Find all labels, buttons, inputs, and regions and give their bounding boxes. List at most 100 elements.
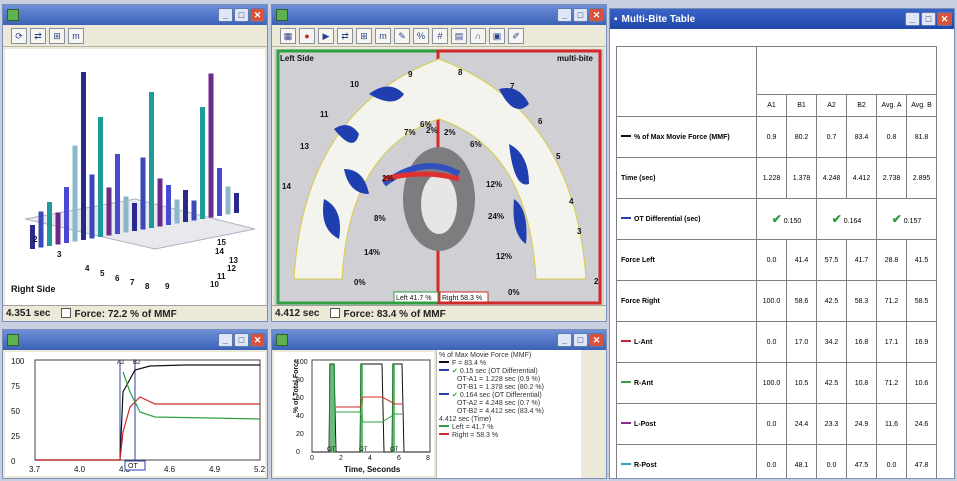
force-checkbox[interactable]	[60, 307, 71, 318]
ot-cell: ✔ 0.150	[756, 198, 817, 240]
time-chart-canvas: % of Total Force Time, Seconds 100 80 60 40…	[274, 352, 434, 476]
table-cell: 0.7	[816, 116, 847, 158]
force-bar	[132, 203, 137, 231]
force-bar	[149, 92, 154, 228]
tooth-number: 9	[165, 282, 170, 291]
minimize-icon[interactable]: _	[218, 8, 233, 22]
force-bar	[64, 187, 69, 243]
row-label: R-Ant	[616, 362, 757, 404]
table-cell: 57.5	[816, 239, 847, 281]
mode-label: multi-bite	[557, 54, 594, 63]
x-tick: 4	[368, 455, 372, 462]
app-icon	[276, 334, 288, 346]
save-icon[interactable]: ▣	[489, 27, 505, 44]
tooth-icon[interactable]: ∩	[470, 27, 486, 44]
x-tick: 0	[310, 455, 314, 462]
table-cell: 4.248	[816, 157, 847, 199]
legend-left: Left = 41.7 %	[439, 424, 579, 432]
tooth-number: 4	[85, 264, 90, 273]
y-tick: 75	[11, 382, 20, 391]
table-cell: 41.4	[786, 239, 817, 281]
swap-icon[interactable]: ⇄	[337, 27, 353, 44]
arch-tooth-number: 8	[458, 68, 463, 77]
y-tick: 25	[11, 432, 20, 441]
table-cell: 24.4	[786, 403, 817, 445]
table-row: L-Ant 0.0 17.0 34.2 16.8 17.1 16.9	[616, 321, 937, 363]
tooth-number: 14	[215, 247, 224, 256]
close-icon[interactable]: ✕	[250, 333, 265, 347]
tooth-number: 10	[210, 280, 219, 289]
time-legend-window: _ □ ✕ % of Total Force Time, Seconds 100 80…	[271, 329, 607, 479]
table-cell: 17.0	[786, 321, 817, 363]
close-icon[interactable]: ✕	[589, 8, 604, 22]
ot-label: OT	[128, 463, 138, 470]
arch-titlebar[interactable]	[272, 5, 606, 25]
close-icon[interactable]: ✕	[589, 333, 604, 347]
percent-icon[interactable]: %	[413, 27, 429, 44]
minimize-icon[interactable]: _	[557, 8, 572, 22]
y-axis-label: % of Total Force	[293, 359, 300, 413]
fit-icon[interactable]: ⊞	[356, 27, 372, 44]
x-tick: 3.7	[29, 465, 41, 474]
right-pct: Right 58.3 %	[442, 295, 482, 302]
time-legend-titlebar[interactable]	[272, 330, 606, 350]
table-cell: 16.9	[906, 321, 937, 363]
zone-percent: 2%	[426, 126, 438, 135]
play-icon[interactable]: ▶	[318, 27, 334, 44]
table-cell: 2.895	[906, 157, 937, 199]
row-label: R-Post	[616, 444, 757, 478]
table-cell: 0.8	[876, 116, 907, 158]
multi-bite-table-window: ▪ Multi-Bite Table _ □ ✕ A1 B1 A2 B2 Avg. A Avg.…	[609, 8, 955, 479]
force-bar	[200, 107, 205, 219]
arch-tooth-number: 6	[538, 117, 543, 126]
y-tick: 80	[296, 377, 304, 384]
force-checkbox[interactable]	[329, 307, 340, 318]
maximize-icon[interactable]: □	[234, 333, 249, 347]
close-icon[interactable]: ✕	[937, 12, 952, 26]
grid-icon[interactable]: #	[432, 27, 448, 44]
maximize-icon[interactable]: □	[573, 8, 588, 22]
ma-icon[interactable]: m	[68, 27, 84, 44]
minimize-icon[interactable]: _	[557, 333, 572, 347]
y-tick: 100	[11, 357, 25, 366]
minimize-icon[interactable]: _	[218, 333, 233, 347]
fit-icon[interactable]: ⊞	[49, 27, 65, 44]
maximize-icon[interactable]: □	[573, 333, 588, 347]
arch-canvas: Left Side multi-bite 9 8 7 10 6 11 5 13 4 14 3 2 6%…	[274, 49, 604, 305]
left-pct: Left 41.7 %	[396, 295, 431, 302]
minimize-icon[interactable]: _	[905, 12, 920, 26]
zone-percent: 12%	[496, 252, 512, 261]
table-row: R-Ant 100.0 10.5 42.5 10.8 71.2 10.6	[616, 362, 937, 404]
x-tick: 4.0	[74, 465, 86, 474]
edit-icon[interactable]: ✐	[508, 27, 524, 44]
table-cell: 16.8	[846, 321, 877, 363]
close-icon[interactable]: ✕	[250, 8, 265, 22]
table-cell: 71.2	[876, 362, 907, 404]
record-icon[interactable]: ●	[299, 27, 315, 44]
force-bar	[191, 200, 197, 221]
maximize-icon[interactable]: □	[234, 8, 249, 22]
column-header: Avg. A	[876, 94, 907, 117]
chart-icon[interactable]: ▤	[451, 27, 467, 44]
view-2d-icon[interactable]: ▦	[280, 27, 296, 44]
row-label: L-Post	[616, 403, 757, 445]
force-bar	[166, 185, 171, 225]
column-header: Avg. B	[906, 94, 937, 117]
status-bar: 4.412 sec Force: 83.4 % of MMF	[272, 305, 606, 321]
y-tick: 0	[296, 449, 300, 456]
force-bar	[98, 117, 103, 237]
table-titlebar[interactable]: ▪ Multi-Bite Table	[610, 9, 954, 29]
ma-icon[interactable]: m	[375, 27, 391, 44]
arch-tooth-number: 14	[282, 182, 291, 191]
table-cell: 58.5	[906, 280, 937, 322]
force-3d-canvas: Right Side 2 3 4 5 6 7 8 9 10 11 12 13 14 15	[5, 49, 265, 305]
row-label: Time (sec)	[616, 157, 757, 199]
tooth-number: 6	[115, 274, 120, 283]
time-chart: % of Total Force Time, Seconds 100806040…	[293, 359, 431, 474]
maximize-icon[interactable]: □	[921, 12, 936, 26]
table-cell: 80.2	[786, 116, 817, 158]
pen-icon[interactable]: ✎	[394, 27, 410, 44]
swap-icon[interactable]: ⇄	[30, 27, 46, 44]
table-cell: 34.2	[816, 321, 847, 363]
rotate-icon[interactable]: ⟳	[11, 27, 27, 44]
